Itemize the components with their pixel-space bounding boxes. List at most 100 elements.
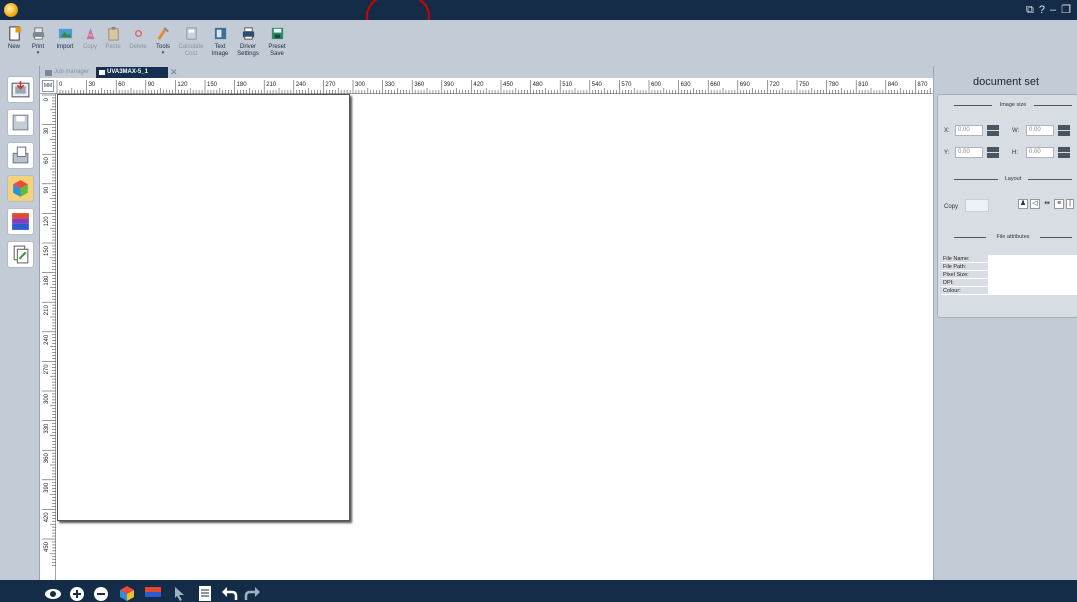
paste-button[interactable]: Paste (102, 20, 124, 66)
bottom-toolbar (0, 580, 1077, 602)
gradient-icon (145, 587, 161, 597)
w-stepper[interactable] (1058, 125, 1070, 136)
undo-icon (222, 587, 238, 600)
ruler-label: 540 (592, 82, 603, 88)
ruler-label: 90 (148, 82, 155, 88)
left-sidebar (0, 66, 40, 580)
print-page[interactable] (57, 94, 350, 521)
horizontal-ruler: MM 0 30 60 90 120 150 180 210 240 270 300 330 360 390… (40, 78, 933, 94)
ruler-label: 840 (888, 82, 899, 88)
select-button[interactable] (170, 584, 188, 602)
import-button[interactable]: Import (52, 20, 78, 66)
ruler-label: 420 (44, 512, 50, 523)
ruler-label: 120 (44, 216, 50, 227)
color-cube-icon (13, 180, 28, 197)
driver-settings-button[interactable]: Driver Settings (234, 20, 262, 66)
file-path-value (988, 263, 1077, 270)
tools-dropdown-icon[interactable]: ▾ (162, 51, 165, 56)
preset-save-button[interactable]: Preset Save (264, 20, 290, 66)
y-label: Y: (944, 150, 950, 156)
tab-document-label: UVA3MAX-5_1 (107, 69, 148, 75)
copy-count-label: Copy (944, 204, 959, 210)
new-button[interactable]: New (4, 20, 24, 66)
app-logo-icon[interactable] (4, 3, 18, 17)
flip-horizontal-icon[interactable]: ⇹ (1042, 199, 1052, 209)
zoom-in-button[interactable] (68, 584, 86, 602)
paste-icon (107, 26, 119, 41)
export-button[interactable] (7, 142, 34, 169)
save-icon (12, 114, 29, 131)
tools-button[interactable]: Tools ▾ (152, 20, 174, 66)
colour-row: Colour: (941, 287, 1077, 295)
dpi-value (988, 279, 1077, 286)
redo-button[interactable] (244, 584, 262, 602)
person-layout-icon[interactable]: ♟ (1018, 199, 1028, 209)
ruler-label: 390 (444, 82, 455, 88)
ruler-label: 120 (177, 82, 188, 88)
color-cube-icon (120, 586, 134, 601)
design-canvas[interactable] (56, 94, 933, 580)
ruler-label: 0 (59, 82, 63, 88)
x-stepper[interactable] (987, 125, 999, 136)
w-field[interactable]: 0.00 (1026, 125, 1054, 136)
restore-layout-icon[interactable]: ⧉ (1026, 3, 1034, 17)
center-align-icon[interactable]: ≡ (1054, 199, 1064, 209)
maximize-icon[interactable]: ❐ (1061, 3, 1071, 17)
page-button[interactable] (196, 584, 214, 602)
layers-button[interactable] (7, 175, 34, 202)
gradient-bottom-button[interactable] (144, 584, 162, 602)
ruler-label: 300 (44, 393, 50, 404)
ruler-label: 30 (89, 82, 96, 88)
copy-label: Copy (82, 44, 97, 50)
panel-title: document set (972, 76, 1040, 88)
gradient-button[interactable] (7, 208, 34, 235)
vertical-ruler-ticks: 0 30 60 90 120 150 180 210 240 270 300 330 360 390 420… (42, 94, 56, 566)
pages-button[interactable] (7, 241, 34, 268)
help-icon[interactable]: ? (1039, 3, 1045, 17)
calculate-cost-button[interactable]: Calculate Cost (176, 20, 206, 66)
undo-button[interactable] (220, 584, 238, 602)
copy-icon (86, 27, 94, 40)
delete-button[interactable]: Delete (126, 20, 150, 66)
copy-count-field[interactable] (965, 199, 989, 212)
driver-settings-label-1: Driver (240, 44, 256, 50)
eye-icon (45, 589, 61, 599)
title-bar: ⧉ ? – ❐ (0, 0, 1077, 20)
file-attributes-heading: File attributes (954, 233, 1072, 241)
ruler-label: 270 (44, 364, 50, 375)
document-small-icon (99, 70, 105, 75)
ruler-label: 240 (44, 334, 50, 345)
open-file-button[interactable] (7, 76, 34, 103)
file-name-label: File Name: (943, 256, 970, 262)
text-image-label-2: Image (211, 51, 229, 57)
copy-button[interactable]: Copy (80, 20, 100, 66)
calculate-cost-icon (185, 27, 197, 40)
calculate-cost-label-1: Calculate (178, 44, 204, 50)
preview-button[interactable] (44, 584, 62, 602)
align-left-icon[interactable]: ◁ (1030, 199, 1040, 209)
x-label: X: (944, 128, 950, 134)
h-field[interactable]: 0.00 (1026, 147, 1054, 158)
layers-bottom-button[interactable] (118, 584, 136, 602)
save-button[interactable] (7, 109, 34, 136)
print-dropdown-icon[interactable]: ▾ (37, 51, 40, 56)
zoom-out-button[interactable] (92, 584, 110, 602)
ruler-label: 90 (44, 186, 50, 193)
y-field[interactable]: 0.00 (955, 147, 983, 158)
h-stepper[interactable] (1058, 147, 1070, 158)
more-layout-icon[interactable]: | (1066, 199, 1074, 209)
tab-document[interactable]: UVA3MAX-5_1 (96, 67, 168, 78)
print-button[interactable]: Print ▾ (26, 20, 50, 66)
layout-heading: Layout (954, 175, 1072, 183)
pages-icon (13, 245, 29, 264)
window-controls: ⧉ ? – ❐ (1026, 3, 1071, 17)
ruler-label: 270 (325, 82, 336, 88)
close-tab-icon[interactable]: ✕ (170, 67, 180, 78)
driver-settings-label-2: Settings (237, 51, 259, 57)
y-stepper[interactable] (987, 147, 999, 158)
text-image-button[interactable]: Text Image (208, 20, 232, 66)
ruler-label: 60 (118, 82, 125, 88)
minimize-icon[interactable]: – (1050, 3, 1056, 17)
x-field[interactable]: 0.00 (955, 125, 983, 136)
tab-job-manager[interactable]: Job manager (42, 67, 94, 78)
